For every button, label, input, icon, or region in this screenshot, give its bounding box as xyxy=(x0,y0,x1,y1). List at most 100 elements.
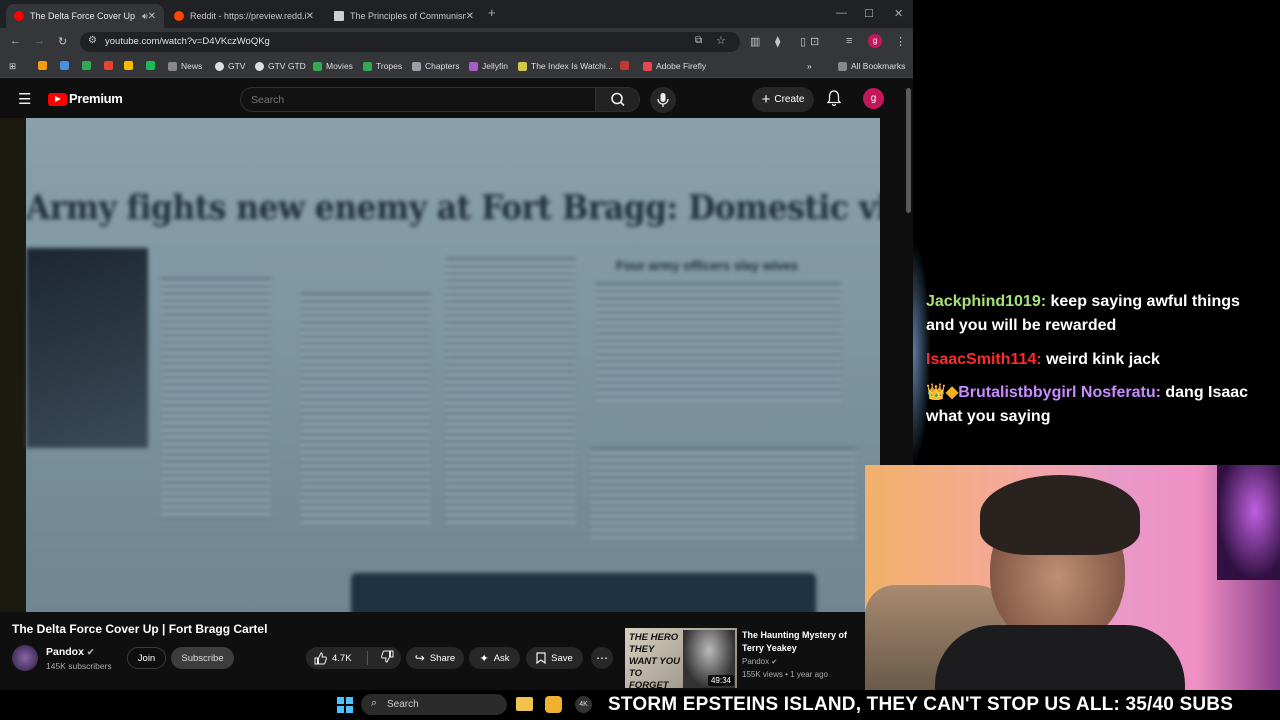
bookmark-gtv[interactable]: GTV xyxy=(215,61,245,71)
bookmark-star-icon[interactable]: ☆ xyxy=(716,34,726,47)
ask-button[interactable]: ✦ Ask xyxy=(469,647,520,669)
new-tab-button[interactable]: + xyxy=(488,5,496,20)
chat-username: Jackphind1019: xyxy=(926,293,1047,310)
close-tab-icon[interactable]: ✕ xyxy=(306,11,314,22)
bookmark-jellyfin[interactable]: Jellyfin xyxy=(469,61,508,71)
chat-text: weird kink jack xyxy=(1041,351,1160,368)
reload-icon[interactable]: ↻ xyxy=(58,35,67,48)
sheet-icon xyxy=(363,61,372,71)
browser-window: The Delta Force Cover Up | F 🔊︎ ✕ Reddit… xyxy=(0,0,913,690)
suggested-video-title[interactable]: The Haunting Mystery of Terry Yeakey xyxy=(742,629,868,655)
install-app-icon[interactable]: ⧉ xyxy=(695,35,702,46)
media-controls-icon[interactable]: ≡ xyxy=(846,35,852,47)
all-bookmarks[interactable]: All Bookmarks xyxy=(838,61,905,71)
hamburger-menu-icon[interactable]: ☰ xyxy=(18,90,31,108)
tab-youtube[interactable]: The Delta Force Cover Up | F 🔊︎ ✕ xyxy=(6,4,164,28)
minimize-icon[interactable]: — xyxy=(836,7,847,19)
github-icon xyxy=(255,61,264,71)
text-column xyxy=(161,278,271,518)
bookmark-icon-6[interactable] xyxy=(146,61,159,70)
video-banner xyxy=(351,573,816,612)
save-button[interactable]: Save xyxy=(526,647,583,669)
create-button[interactable]: + Create xyxy=(752,87,814,112)
scrollbar-thumb[interactable] xyxy=(906,88,911,213)
bookmark-icon-4[interactable] xyxy=(104,61,117,70)
save-label: Save xyxy=(551,652,573,664)
suggested-video-thumbnail[interactable]: THE HERO THEY WANT YOU TO FORGET 49:34 xyxy=(625,628,737,688)
bookmark-adobe-firefly[interactable]: Adobe Firefly xyxy=(643,61,706,71)
channel-avatar[interactable] xyxy=(12,645,38,671)
bookmark-movies[interactable]: Movies xyxy=(313,61,353,71)
subscribe-button[interactable]: Subscribe xyxy=(171,647,234,669)
channel-name[interactable]: Pandox ✔︎ xyxy=(46,646,94,658)
pin-icon xyxy=(518,61,527,71)
dislike-button[interactable] xyxy=(380,650,394,666)
extensions-icon[interactable]: ⧫ xyxy=(775,35,780,48)
webcam-feed xyxy=(865,465,1280,690)
youtube-logo-icon[interactable] xyxy=(48,93,67,106)
bookmark-tropes[interactable]: Tropes xyxy=(363,61,402,71)
account-avatar[interactable]: g xyxy=(863,88,884,109)
microphone-icon xyxy=(657,93,669,107)
people-icon xyxy=(412,61,421,71)
more-bookmarks-icon[interactable]: » xyxy=(807,61,812,71)
bookmark-label: Jellyfin xyxy=(482,61,508,71)
tab-communism[interactable]: The Principles of Communism ✕ xyxy=(326,4,482,28)
back-icon[interactable]: ← xyxy=(10,35,21,47)
app-icon[interactable] xyxy=(545,696,562,713)
taskbar-search[interactable]: ⌕ Search xyxy=(361,694,507,715)
notifications-bell-icon[interactable] xyxy=(826,89,842,111)
close-window-icon[interactable]: ✕ xyxy=(894,7,903,20)
ask-label: Ask xyxy=(493,652,510,664)
youtube-favicon-icon xyxy=(14,11,24,21)
bookmark-icon-5[interactable] xyxy=(124,61,137,70)
4k-app-icon[interactable]: 4K xyxy=(575,696,592,713)
like-count: 4.7K xyxy=(332,652,352,664)
suggested-channel[interactable]: Pandox ✔︎ xyxy=(742,657,777,666)
newspaper-headline: Army fights new enemy at Fort Bragg: Dom… xyxy=(26,188,880,228)
join-button[interactable]: Join xyxy=(127,647,166,669)
bookmark-index[interactable]: The Index Is Watchi... xyxy=(518,61,613,71)
forward-icon[interactable]: → xyxy=(34,35,45,47)
bookmark-icon-3[interactable] xyxy=(82,61,95,70)
bookmark-chapters[interactable]: Chapters xyxy=(412,61,460,71)
create-label: Create xyxy=(774,94,805,105)
chat-username: Brutalistbbygirl Nosferatu: xyxy=(958,384,1161,401)
premium-logo-text[interactable]: Premium xyxy=(69,91,123,106)
voice-search-button[interactable] xyxy=(650,87,676,113)
search-input[interactable] xyxy=(251,92,591,108)
like-button[interactable]: 4.7K xyxy=(314,651,352,665)
close-tab-icon[interactable]: ✕ xyxy=(148,11,156,22)
close-tab-icon[interactable]: ✕ xyxy=(466,11,474,22)
apps-grid-icon[interactable]: ⊞ xyxy=(9,61,16,72)
site-info-icon[interactable]: ⚙︎ xyxy=(88,35,97,46)
tab-reddit[interactable]: Reddit - https://preview.redd.it/ ✕ xyxy=(166,4,322,28)
maximize-icon[interactable]: ☐ xyxy=(864,7,874,20)
chat-message: Jackphind1019: keep saying awful things … xyxy=(926,290,1266,338)
tab-search-icon[interactable]: ⊡ xyxy=(810,35,819,48)
bookmark-icon-2[interactable] xyxy=(60,61,73,70)
newspaper-subhead: Four army officers slay wives xyxy=(616,258,799,273)
menu-kebab-icon[interactable]: ⋮ xyxy=(895,35,906,48)
bookmark-label: Tropes xyxy=(376,61,403,71)
photo xyxy=(26,248,148,448)
bookmark-gtv-gtd[interactable]: GTV GTD xyxy=(255,61,306,71)
windows-start-icon[interactable] xyxy=(337,697,353,713)
bookmark-label: All Bookmarks xyxy=(851,61,906,71)
reading-list-icon[interactable]: ▥ xyxy=(750,35,760,48)
divider xyxy=(366,651,368,665)
address-bar[interactable]: ⚙︎ youtube.com/watch?v=D4VKczWoQKg ⧉ ☆ xyxy=(80,32,740,52)
like-dislike-group: 4.7K xyxy=(306,647,401,669)
file-explorer-icon[interactable] xyxy=(516,697,533,711)
share-button[interactable]: ↪︎ Share xyxy=(406,647,464,669)
bookmark-icon-7[interactable] xyxy=(620,61,633,70)
bookmark-news[interactable]: News xyxy=(168,61,202,71)
verified-icon: ✔︎ xyxy=(771,659,778,666)
video-player[interactable]: Army fights new enemy at Fort Bragg: Dom… xyxy=(0,118,880,612)
sidebar-icon[interactable]: ▯ xyxy=(800,35,806,48)
more-actions-icon[interactable]: ⋯ xyxy=(591,647,613,669)
profile-icon[interactable]: g xyxy=(868,34,882,48)
bookmark-icon-1[interactable] xyxy=(38,61,51,70)
person-hair xyxy=(980,475,1140,555)
search-button[interactable] xyxy=(595,88,639,111)
